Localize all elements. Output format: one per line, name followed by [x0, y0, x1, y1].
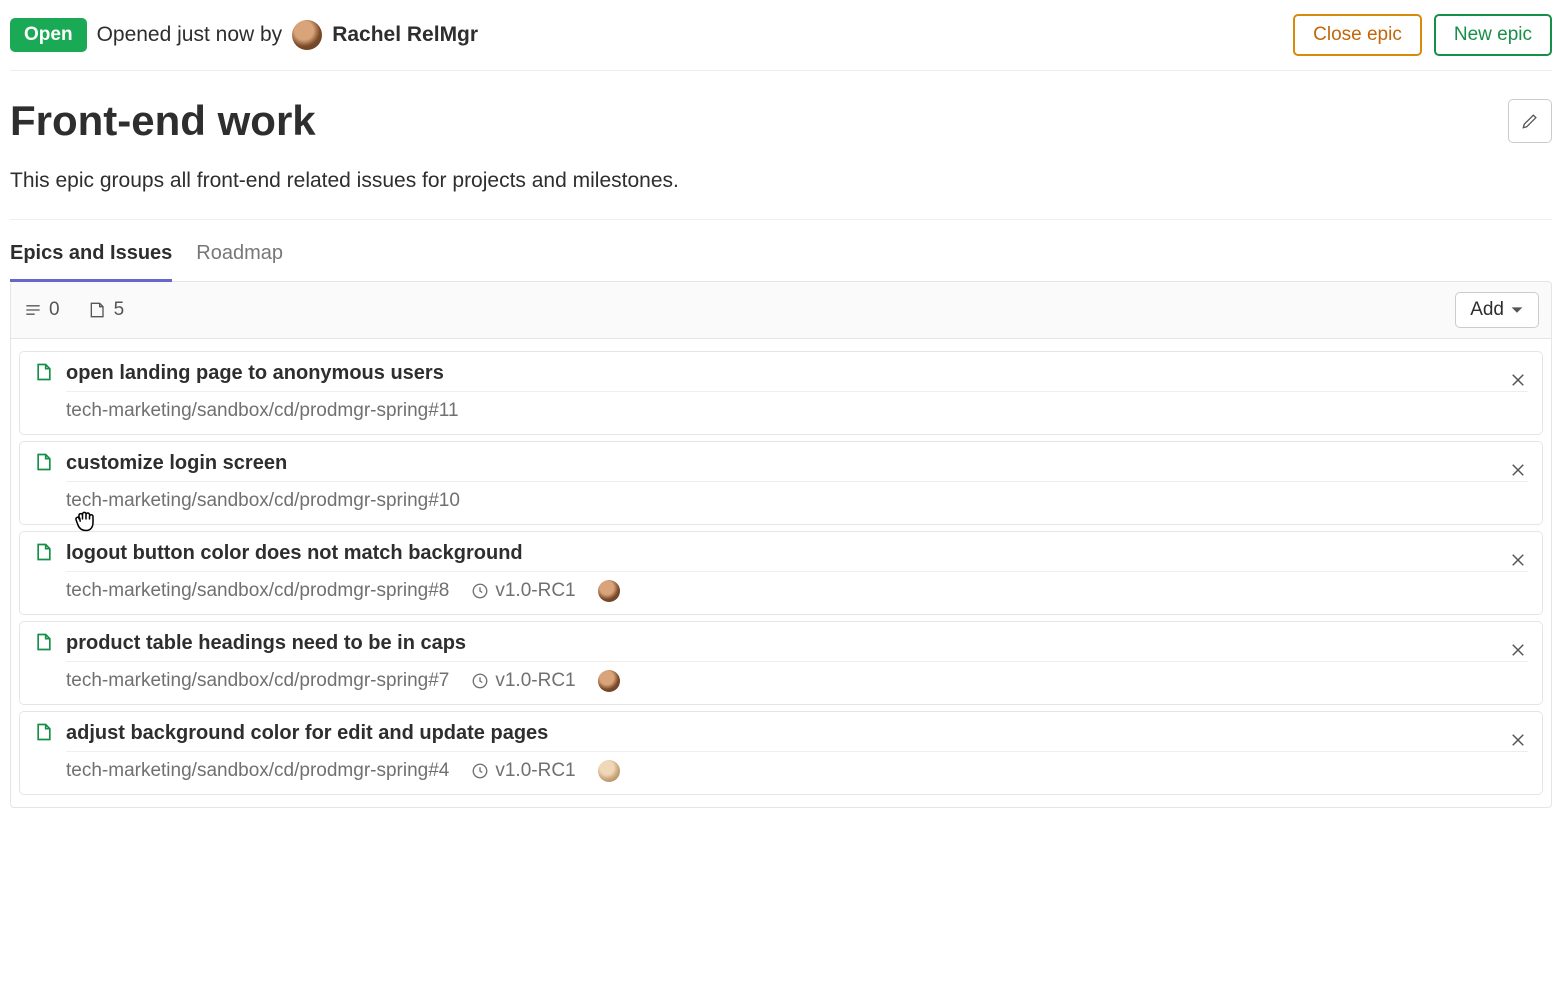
close-epic-button[interactable]: Close epic: [1293, 14, 1422, 56]
issue-meta-row: tech-marketing/sandbox/cd/prodmgr-spring…: [66, 751, 1528, 782]
remove-issue-button[interactable]: [1506, 638, 1530, 662]
issue-open-icon: [34, 632, 54, 655]
tab-epics-issues[interactable]: Epics and Issues: [10, 242, 172, 282]
issue-title[interactable]: logout button color does not match backg…: [66, 542, 523, 565]
remove-issue-button[interactable]: [1506, 458, 1530, 482]
issue-meta-row: tech-marketing/sandbox/cd/prodmgr-spring…: [66, 391, 1528, 422]
epic-icon: [23, 300, 43, 320]
clock-icon: [471, 582, 489, 600]
issue-top: open landing page to anonymous users: [34, 362, 1528, 385]
issue-open-icon: [34, 452, 54, 475]
issues-count-value: 5: [114, 299, 125, 321]
issue-card[interactable]: open landing page to anonymous users tech…: [19, 351, 1543, 435]
issue-card[interactable]: adjust background color for edit and upd…: [19, 711, 1543, 795]
issue-title[interactable]: customize login screen: [66, 452, 287, 475]
issue-ref[interactable]: tech-marketing/sandbox/cd/prodmgr-spring…: [66, 670, 449, 692]
add-button-label: Add: [1470, 299, 1504, 321]
opened-text: Opened just now by: [97, 23, 283, 47]
chevron-down-icon: [1510, 303, 1524, 317]
epic-header: Open Opened just now by Rachel RelMgr Cl…: [10, 10, 1552, 71]
author-name[interactable]: Rachel RelMgr: [332, 23, 478, 47]
issue-icon: [88, 300, 108, 320]
issue-meta-row: tech-marketing/sandbox/cd/prodmgr-spring…: [66, 661, 1528, 692]
issue-card[interactable]: product table headings need to be in cap…: [19, 621, 1543, 705]
assignee-avatar[interactable]: [598, 670, 620, 692]
issue-title[interactable]: open landing page to anonymous users: [66, 362, 444, 385]
tab-roadmap[interactable]: Roadmap: [196, 242, 283, 281]
header-left: Open Opened just now by Rachel RelMgr: [10, 18, 478, 52]
title-row: Front-end work: [10, 71, 1552, 155]
remove-issue-button[interactable]: [1506, 548, 1530, 572]
issue-title[interactable]: adjust background color for edit and upd…: [66, 722, 548, 745]
author-avatar[interactable]: [292, 20, 322, 50]
issues-count: 5: [88, 299, 125, 321]
header-actions: Close epic New epic: [1293, 14, 1552, 56]
add-button[interactable]: Add: [1455, 292, 1539, 328]
issue-card[interactable]: customize login screen tech-marketing/san…: [19, 441, 1543, 525]
close-icon: [1509, 461, 1527, 479]
pencil-icon: [1520, 111, 1540, 131]
issue-top: adjust background color for edit and upd…: [34, 722, 1528, 745]
close-icon: [1509, 551, 1527, 569]
issue-card[interactable]: logout button color does not match backg…: [19, 531, 1543, 615]
epic-description: This epic groups all front-end related i…: [10, 155, 1552, 220]
remove-issue-button[interactable]: [1506, 728, 1530, 752]
epic-title: Front-end work: [10, 97, 316, 145]
assignee-avatar[interactable]: [598, 580, 620, 602]
tabs: Epics and Issues Roadmap: [10, 220, 1552, 281]
milestone-label: v1.0-RC1: [495, 760, 575, 782]
close-icon: [1509, 641, 1527, 659]
issue-open-icon: [34, 722, 54, 745]
issue-top: product table headings need to be in cap…: [34, 632, 1528, 655]
status-badge: Open: [10, 18, 87, 52]
issue-milestone[interactable]: v1.0-RC1: [471, 760, 575, 782]
issue-open-icon: [34, 542, 54, 565]
issue-ref[interactable]: tech-marketing/sandbox/cd/prodmgr-spring…: [66, 580, 449, 602]
issue-open-icon: [34, 362, 54, 385]
issue-ref[interactable]: tech-marketing/sandbox/cd/prodmgr-spring…: [66, 760, 449, 782]
issue-ref[interactable]: tech-marketing/sandbox/cd/prodmgr-spring…: [66, 400, 459, 422]
assignee-avatar[interactable]: [598, 760, 620, 782]
issue-milestone[interactable]: v1.0-RC1: [471, 580, 575, 602]
edit-title-button[interactable]: [1508, 99, 1552, 143]
clock-icon: [471, 762, 489, 780]
milestone-label: v1.0-RC1: [495, 670, 575, 692]
issue-top: logout button color does not match backg…: [34, 542, 1528, 565]
remove-issue-button[interactable]: [1506, 368, 1530, 392]
epics-count-value: 0: [49, 299, 60, 321]
close-icon: [1509, 371, 1527, 389]
counts: 0 5: [23, 299, 124, 321]
issue-milestone[interactable]: v1.0-RC1: [471, 670, 575, 692]
milestone-label: v1.0-RC1: [495, 580, 575, 602]
issue-meta-row: tech-marketing/sandbox/cd/prodmgr-spring…: [66, 571, 1528, 602]
issue-title[interactable]: product table headings need to be in cap…: [66, 632, 466, 655]
epics-count: 0: [23, 299, 60, 321]
clock-icon: [471, 672, 489, 690]
new-epic-button[interactable]: New epic: [1434, 14, 1552, 56]
issue-meta-row: tech-marketing/sandbox/cd/prodmgr-spring…: [66, 481, 1528, 512]
issue-top: customize login screen: [34, 452, 1528, 475]
list-header: 0 5 Add: [10, 281, 1552, 339]
issue-list: open landing page to anonymous users tech…: [10, 339, 1552, 808]
issue-ref[interactable]: tech-marketing/sandbox/cd/prodmgr-spring…: [66, 490, 460, 512]
close-icon: [1509, 731, 1527, 749]
